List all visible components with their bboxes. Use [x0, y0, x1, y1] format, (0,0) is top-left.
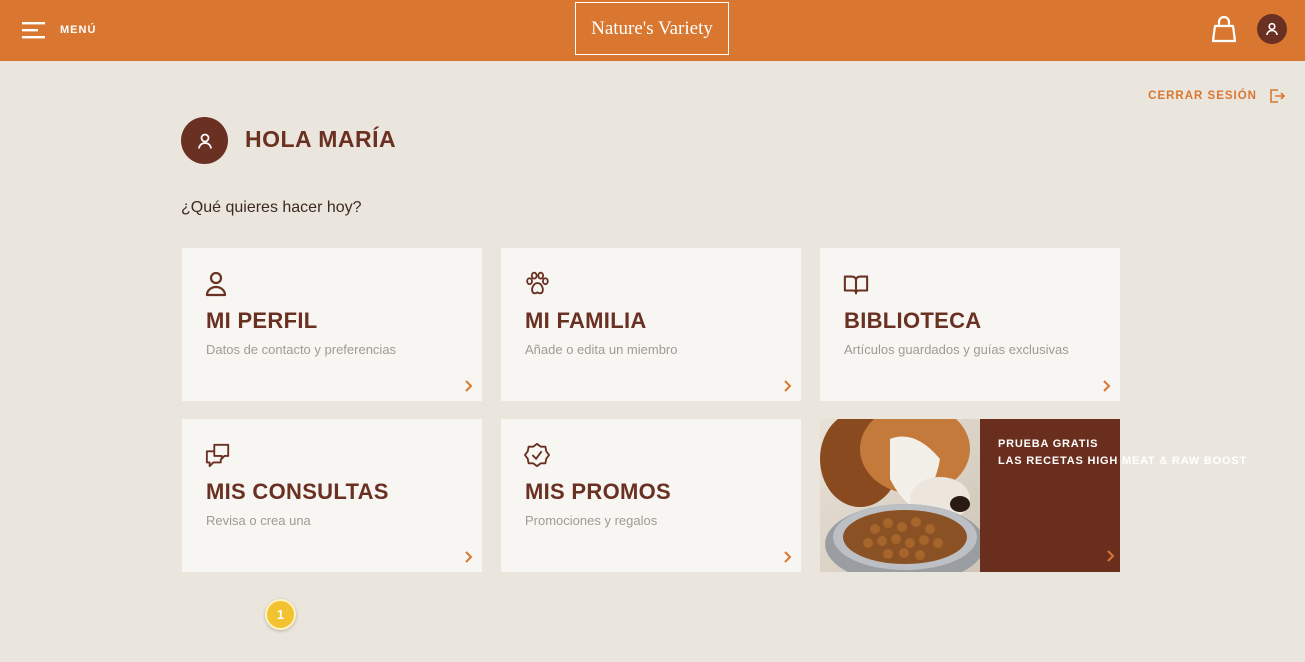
card-title: MI FAMILIA [525, 308, 647, 333]
chevron-right-icon [784, 380, 792, 392]
logout-link[interactable]: CERRAR SESIÓN [1148, 88, 1285, 104]
paw-icon [526, 271, 549, 295]
chat-icon [205, 443, 230, 468]
card-subtitle: Datos de contacto y preferencias [206, 342, 397, 357]
card-title: BIBLIOTECA [844, 308, 982, 333]
greeting-question: ¿Qué quieres hacer hoy? [181, 199, 362, 216]
hamburger-icon [22, 22, 45, 39]
promo-line-1: PRUEBA GRATIS [998, 438, 1099, 450]
menu-button[interactable]: MENÚ [22, 19, 96, 41]
badge-check-icon [524, 442, 550, 468]
chevron-right-icon [1107, 550, 1115, 562]
dog-eating-kibble-photo [820, 419, 980, 572]
user-icon [205, 271, 227, 297]
card-title: MIS PROMOS [525, 479, 672, 504]
chevron-right-icon [1103, 380, 1111, 392]
logout-icon [1270, 89, 1285, 103]
greeting-title: HOLA MARÍA [245, 126, 397, 152]
promo-banner[interactable]: PRUEBA GRATIS LAS RECETAS HIGH MEAT & RA… [820, 419, 1246, 572]
card-mi-familia[interactable]: MI FAMILIA Añade o edita un miembro [501, 248, 801, 401]
book-icon [843, 275, 869, 295]
badge-count: 1 [276, 607, 285, 622]
chevron-right-icon [465, 380, 473, 392]
card-subtitle: Artículos guardados y guías exclusivas [844, 342, 1069, 357]
card-subtitle: Promociones y regalos [525, 513, 658, 528]
card-title: MI PERFIL [206, 308, 318, 333]
user-icon [1266, 22, 1278, 36]
promo-line-2: LAS RECETAS HIGH MEAT & RAW BOOST [998, 455, 1248, 467]
top-bar: MENÚ Nature's Variety [0, 0, 1305, 61]
card-mis-consultas[interactable]: MIS CONSULTAS Revisa o crea una [182, 419, 482, 572]
shopping-bag-icon[interactable] [1211, 15, 1237, 43]
card-subtitle: Añade o edita un miembro [525, 342, 678, 357]
greeting-avatar [181, 117, 228, 164]
card-mis-promos[interactable]: MIS PROMOS Promociones y regalos [501, 419, 801, 572]
brand-logo[interactable]: Nature's Variety [575, 2, 729, 55]
card-biblioteca[interactable]: BIBLIOTECA Artículos guardados y guías e… [820, 248, 1120, 401]
user-icon [197, 133, 212, 149]
chevron-right-icon [784, 551, 792, 563]
logout-label: CERRAR SESIÓN [1148, 90, 1257, 102]
card-mi-perfil[interactable]: MI PERFIL Datos de contacto y preferenci… [182, 248, 482, 401]
notification-badge[interactable]: 1 [265, 599, 296, 630]
logo-text: Nature's Variety [591, 17, 713, 39]
account-button[interactable] [1257, 14, 1287, 44]
chevron-right-icon [465, 551, 473, 563]
menu-label: MENÚ [60, 24, 97, 36]
card-subtitle: Revisa o crea una [206, 513, 311, 528]
card-title: MIS CONSULTAS [206, 479, 389, 504]
